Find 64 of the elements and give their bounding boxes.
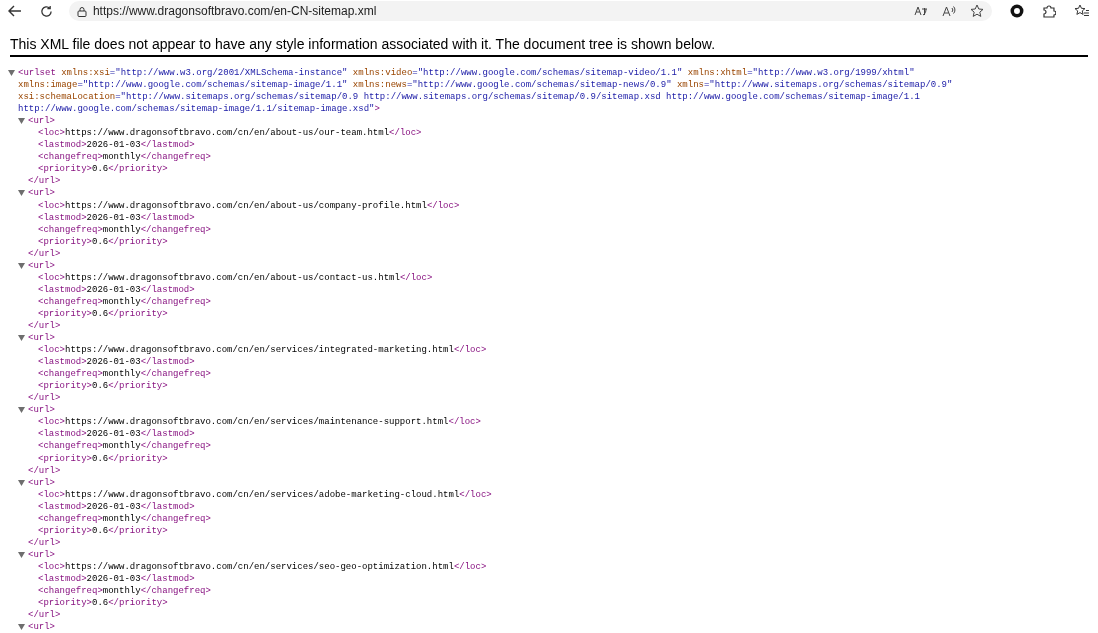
xml-open-tag: <url> [28, 476, 55, 489]
triangle-icon[interactable] [18, 479, 25, 486]
xml-line: <loc>https://www.dragonsoftbravo.com/cn/en/services/adobe-marketing-cloud.html</loc> [38, 488, 492, 501]
xml-line: <lastmod>2026-01-03</lastmod> [38, 211, 195, 224]
xml-line: <changefreq>monthly</changefreq> [38, 512, 211, 525]
xml-line: <loc>https://www.dragonsoftbravo.com/cn/en/about-us/contact-us.html</loc> [38, 271, 433, 284]
triangle-icon[interactable] [18, 407, 25, 414]
xml-open-tag: <url> [28, 259, 55, 272]
triangle-icon[interactable] [18, 190, 25, 197]
triangle-icon[interactable] [18, 551, 25, 558]
xml-open-tag: <url> [28, 332, 55, 345]
xml-open-tag: <url> [28, 187, 55, 200]
xml-line: <changefreq>monthly</changefreq> [38, 440, 211, 453]
xml-open-tag: <url> [28, 115, 55, 128]
favorites-icon[interactable] [1074, 4, 1090, 18]
xml-close-tag: </url> [28, 392, 61, 405]
lock-icon[interactable] [76, 5, 87, 17]
xml-close-tag: </url> [28, 536, 61, 549]
xml-line: <loc>https://www.dragonsoftbravo.com/cn/en/services/integrated-marketing.html</loc> [38, 344, 487, 357]
xml-line: <priority>0.6</priority> [38, 452, 168, 465]
puzzle-icon[interactable] [1042, 4, 1057, 18]
triangle-icon[interactable] [8, 70, 15, 76]
xml-line: <priority>0.6</priority> [38, 524, 168, 537]
xml-open-tag: <url> [28, 404, 55, 417]
star-icon[interactable] [970, 4, 985, 18]
xml-line: <priority>0.6</priority> [38, 597, 168, 610]
xml-close-tag: </url> [28, 320, 61, 333]
xml-line: <changefreq>monthly</changefreq> [38, 368, 211, 381]
address-bar[interactable]: https://www.dragonsoftbravo.com/en-CN-sitemap.xml [68, 1, 993, 21]
xml-line: <priority>0.6</priority> [38, 235, 168, 248]
xml-line: <lastmod>2026-01-03</lastmod> [38, 356, 195, 369]
xml-close-tag: </url> [28, 609, 61, 622]
xml-close-tag: </url> [28, 464, 61, 477]
refresh-icon[interactable] [39, 4, 53, 18]
xml-line: <priority>0.6</priority> [38, 307, 168, 320]
triangle-icon[interactable] [18, 624, 25, 631]
xml-line: <loc>https://www.dragonsoftbravo.com/cn/en/about-us/our-team.html</loc> [38, 127, 422, 140]
notice-text: This XML file does not appear to have any style information associated with it. The document tree is shown below. [10, 35, 717, 53]
xml-close-tag: </url> [28, 247, 61, 260]
xml-line: <lastmod>2026-01-03</lastmod> [38, 500, 195, 513]
xml-line: <lastmod>2026-01-03</lastmod> [38, 283, 195, 296]
xml-open-tag: <url> [28, 548, 55, 561]
xml-line: <loc>https://www.dragonsoftbravo.com/cn/en/services/maintenance-support.html</loc> [38, 416, 481, 429]
xml-line: <priority>0.6</priority> [38, 380, 168, 393]
xml-line: <changefreq>monthly</changefreq> [38, 223, 211, 236]
triangle-icon[interactable] [18, 262, 25, 269]
xml-line: <changefreq>monthly</changefreq> [38, 585, 211, 598]
xml-close-tag: </url> [28, 175, 61, 188]
back-icon[interactable] [8, 5, 22, 17]
xml-line: <lastmod>2026-01-03</lastmod> [38, 139, 195, 152]
xml-line: <priority>0.6</priority> [38, 163, 168, 176]
xml-line: <lastmod>2026-01-03</lastmod> [38, 572, 195, 585]
xml-line: <loc>https://www.dragonsoftbravo.com/cn/en/services/seo-geo-optimization.html</loc> [38, 560, 487, 573]
xml-open-tag: <url> [28, 621, 55, 633]
xml-line: <changefreq>monthly</changefreq> [38, 151, 211, 164]
xml-line: <changefreq>monthly</changefreq> [38, 295, 211, 308]
extension-icon[interactable] [1010, 4, 1025, 18]
triangle-icon[interactable] [18, 335, 25, 342]
xml-open-tag: <urlset xmlns:xsi="http://www.w3.org/2001/XMLSchema-instance" xmlns:video="http://www.google.com/schemas/sitemap-video/1.1" xmlns:xhtml="http://www.w3.org/1999/xhtml" xmlns:image="http://www.google.com/schemas/sitemap-image/1.1" xmlns:news="http://www.google.com/schemas/sitemap-news/0.9" xmlns="http://www.sitemaps.org/schemas/sitemap/0.9" xsi:schemaLocation="http://www.sitemaps.org/schemas/sitemap/0.9 http://www.sitemaps.org/schemas/sitemap/0.9/sitemap.xsd http://www.google.com/schemas/sitemap-image/1.1 http://www.google.com/schemas/sitemap-image/1.1/sitemap-image.xsd"> [18, 67, 1094, 116]
read-aloud-icon[interactable] [942, 5, 957, 17]
xml-line: <loc>https://www.dragonsoftbravo.com/cn/en/about-us/company-profile.html</loc> [38, 199, 460, 212]
translate-icon[interactable] [914, 5, 929, 17]
xml-line: <lastmod>2026-01-03</lastmod> [38, 428, 195, 441]
triangle-icon[interactable] [18, 118, 25, 125]
